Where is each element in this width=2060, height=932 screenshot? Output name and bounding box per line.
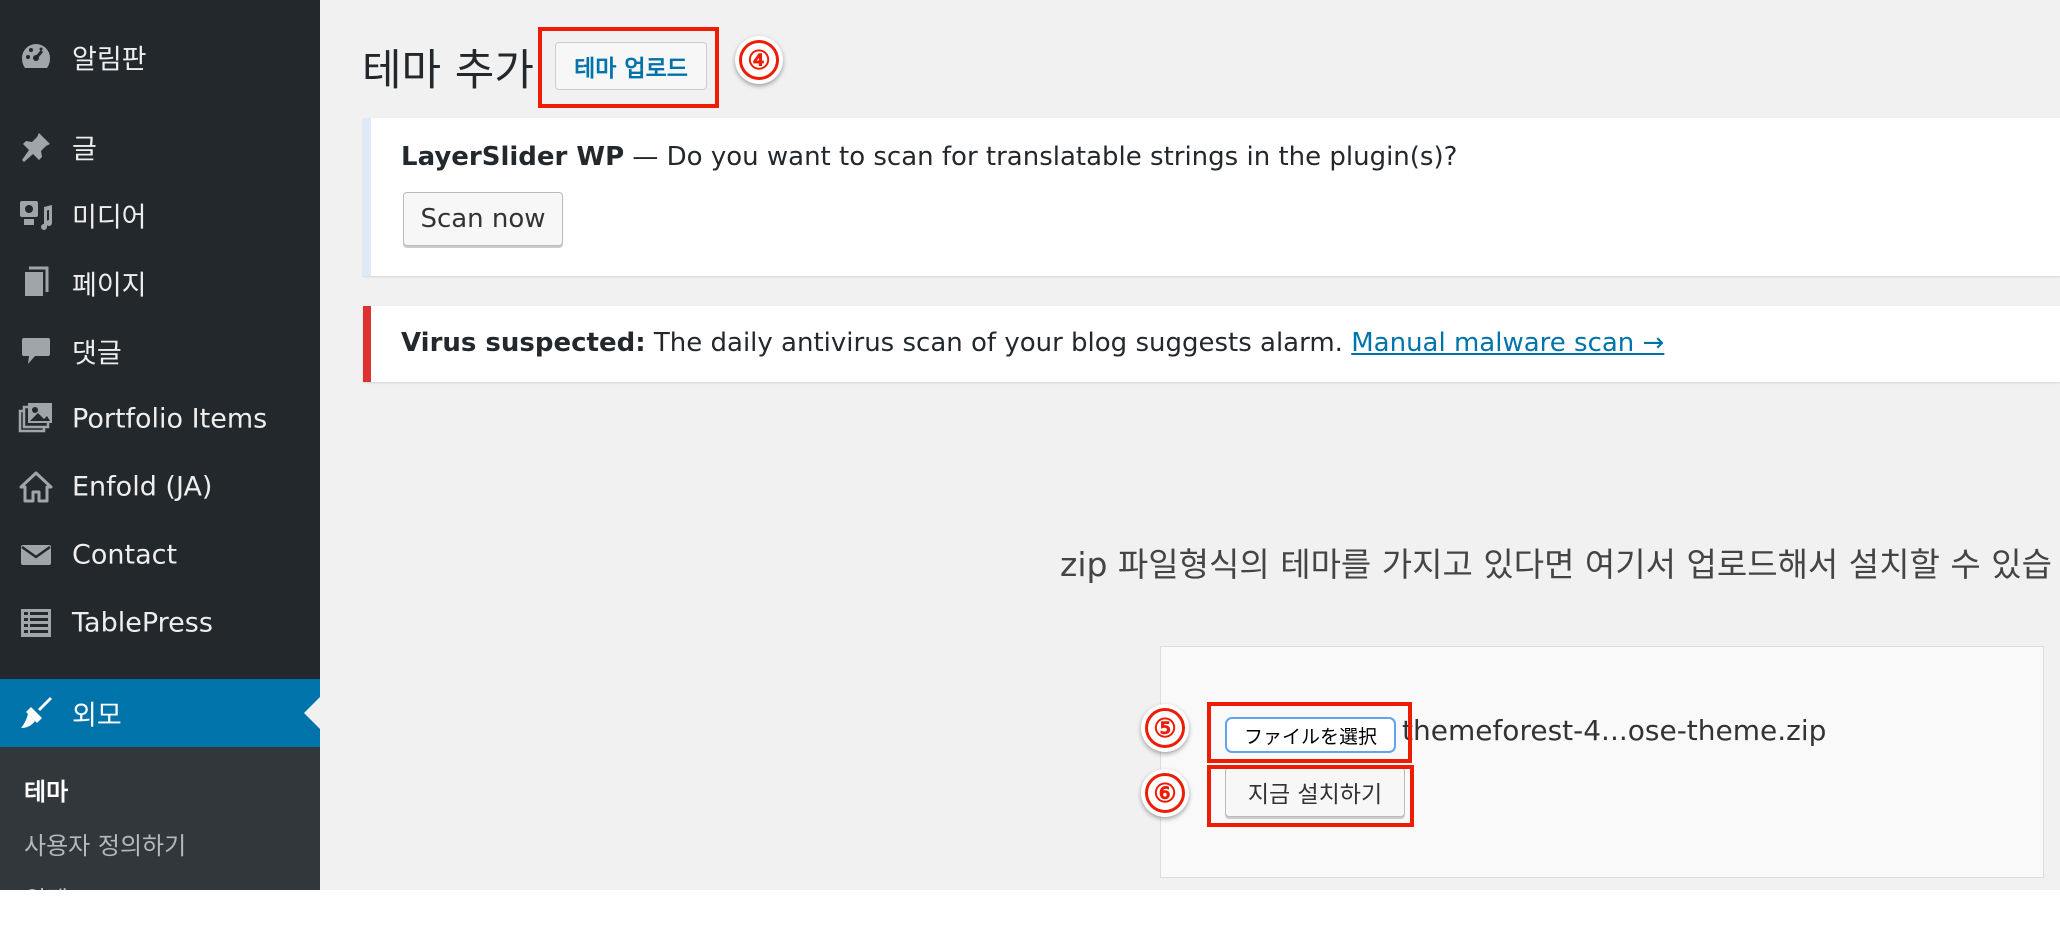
page-icon (18, 265, 54, 301)
annotation-box-step6 (1207, 765, 1414, 827)
home-icon (18, 469, 54, 505)
sidebar-item-comments[interactable]: 댓글 (0, 317, 320, 385)
submenu-item-customize[interactable]: 사용자 정의하기 (24, 826, 186, 861)
sidebar-item-label: 미디어 (72, 202, 147, 234)
active-indicator-arrow (304, 697, 320, 729)
sidebar-item-posts[interactable]: 글 (0, 113, 320, 181)
sidebar-item-label: 글 (72, 134, 97, 166)
sidebar-item-tablepress[interactable]: TablePress (0, 589, 320, 657)
selected-file-name: themeforest-4...ose-theme.zip (1402, 714, 1827, 747)
portfolio-icon (18, 401, 54, 437)
virus-message: The daily antivirus scan of your blog su… (645, 328, 1352, 358)
step-number: ⑤ (1145, 708, 1185, 748)
step-number: ④ (739, 40, 779, 80)
sidebar-item-pages[interactable]: 페이지 (0, 249, 320, 317)
layerslider-notice-text: LayerSlider WP — Do you want to scan for… (401, 142, 1457, 172)
notice-plugin-name: LayerSlider WP (401, 142, 625, 172)
submenu-item-themes[interactable]: 테마 (24, 772, 68, 807)
sidebar-item-label: 외모 (72, 700, 122, 732)
sidebar-item-appearance[interactable]: 외모 (0, 679, 320, 747)
manual-malware-scan-link[interactable]: Manual malware scan → (1351, 328, 1664, 358)
sidebar-item-label: Contact (72, 539, 178, 571)
sidebar-item-label: Enfold (JA) (72, 471, 213, 503)
dashboard-icon (18, 39, 54, 75)
media-icon (18, 197, 54, 233)
layerslider-notice: LayerSlider WP — Do you want to scan for… (363, 118, 2060, 276)
virus-label: Virus suspected: (401, 328, 646, 358)
virus-notice-text: Virus suspected: The daily antivirus sca… (401, 328, 1664, 358)
appearance-submenu: 테마 사용자 정의하기 위젯 (0, 747, 320, 890)
admin-sidebar: 알림판 글 미디어 페이지 댓글 Portfolio Items Enfold … (0, 0, 320, 890)
scan-now-button[interactable]: Scan now (403, 192, 563, 246)
sidebar-item-label: 알림판 (72, 44, 147, 76)
sidebar-item-dashboard[interactable]: 알림판 (0, 23, 320, 91)
sidebar-item-portfolio[interactable]: Portfolio Items (0, 385, 320, 453)
paintbrush-icon (18, 695, 54, 731)
page-title: 테마 추가 (362, 46, 534, 96)
annotation-box-step5 (1207, 702, 1412, 763)
upload-description: zip 파일형식의 테마를 가지고 있다면 여기서 업로드해서 설치할 수 있습 (1060, 545, 2052, 584)
annotation-box-step4 (538, 27, 719, 108)
sidebar-item-label: 페이지 (72, 270, 147, 302)
sidebar-item-label: 댓글 (72, 338, 122, 370)
sidebar-item-label: Portfolio Items (72, 403, 268, 435)
app-window: 알림판 글 미디어 페이지 댓글 Portfolio Items Enfold … (0, 0, 2060, 890)
comment-icon (18, 333, 54, 369)
pushpin-icon (18, 129, 54, 165)
notice-message: — Do you want to scan for translatable s… (624, 142, 1458, 172)
sidebar-item-enfold[interactable]: Enfold (JA) (0, 453, 320, 521)
sidebar-item-label: TablePress (72, 607, 213, 639)
sidebar-item-contact[interactable]: Contact (0, 521, 320, 589)
sidebar-item-media[interactable]: 미디어 (0, 181, 320, 249)
virus-notice: Virus suspected: The daily antivirus sca… (363, 306, 2060, 382)
annotation-badge-step5: ⑤ (1141, 704, 1189, 752)
annotation-badge-step6: ⑥ (1141, 769, 1189, 817)
step-number: ⑥ (1145, 773, 1185, 813)
annotation-badge-step4: ④ (735, 36, 783, 84)
table-icon (18, 605, 54, 641)
envelope-icon (18, 537, 54, 573)
submenu-item-widgets[interactable]: 위젯 (24, 880, 68, 890)
